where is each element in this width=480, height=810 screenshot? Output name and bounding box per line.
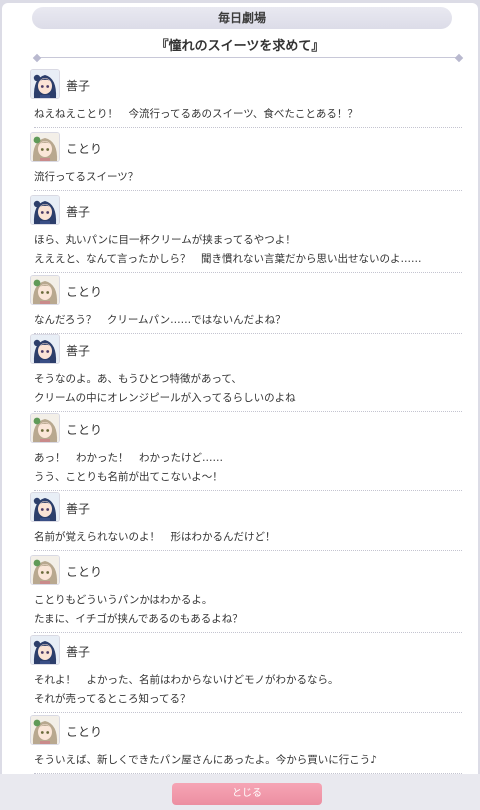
dialogue-line: うう、ことりも名前が出てこないよ～！ [34,471,223,483]
speaker-name: ことり [66,565,103,579]
entry-separator [34,272,462,273]
speaker-name: ことり [66,725,103,739]
speaker-name: ことり [66,142,103,156]
dialog-panel: 毎日劇場 『憧れのスイーツを求めて』 善子ねえねえことり！ 今流行ってるあのスイ… [2,3,478,806]
dialogue-line: 名前が覚えられないのよ！ 形はわかるんだけど！ [34,531,276,543]
yoshiko-avatar [30,635,60,665]
dialogue-line: えええと、なんて言ったかしら？ 聞き慣れない言葉だから思い出せないのよ…… [34,253,422,265]
kotori-avatar [30,715,60,745]
story-title: 『憧れのスイーツを求めて』 [155,39,325,54]
kotori-avatar [30,555,60,585]
speaker-name: 善子 [66,502,91,516]
speaker-name: 善子 [66,645,91,659]
entry-separator [34,712,462,713]
entry-separator [34,490,462,491]
dialogue-line: そうなのよ。あ、もうひとつ特徴があって、 [34,373,242,385]
story-dialog: 毎日劇場 『憧れのスイーツを求めて』 善子ねえねえことり！ 今流行ってるあのスイ… [0,0,480,810]
dialogue-line: クリームの中にオレンジピールが入ってるらしいのよね [34,392,296,404]
dialogue-line: ねえねえことり！ 今流行ってるあのスイーツ、食べたことある！？ [34,108,358,120]
entry-separator [34,190,462,191]
speaker-name: 善子 [66,205,91,219]
kotori-avatar [30,275,60,305]
yoshiko-avatar [30,195,60,225]
kotori-avatar [30,413,60,443]
entry-separator [34,550,462,551]
entry-separator [34,632,462,633]
title-divider [32,53,464,63]
header-bar: 毎日劇場 [32,7,452,29]
speaker-name: 善子 [66,79,91,93]
kotori-avatar [30,132,60,162]
dialogue-line: あっ！ わかった！ わかったけど…… [34,452,223,464]
entry-separator [34,333,462,334]
dialogue-line: それよ！ よかった、名前はわからないけどモノがわかるなら。 [34,674,339,686]
dialogue-line: 流行ってるスイーツ？ [34,171,139,183]
speaker-name: 善子 [66,344,91,358]
entry-separator [34,127,462,128]
dialogue-line: そういえば、新しくできたパン屋さんにあったよ。今から買いに行こう♪ [34,754,377,766]
entry-separator [34,411,462,412]
dialogue-line: それが売ってるところ知ってる？ [34,693,191,705]
dialogue-line: ほら、丸いパンに目一杯クリームが挟まってるやつよ！ [34,234,296,246]
yoshiko-avatar [30,69,60,99]
diamond-ornament-icon [454,53,464,63]
close-button[interactable]: とじる [172,783,322,805]
yoshiko-avatar [30,492,60,522]
diamond-ornament-icon [32,53,42,63]
divider-line [38,57,458,58]
dialogue-line: なんだろう？ クリームパン……ではないんだよね？ [34,314,286,326]
yoshiko-avatar [30,334,60,364]
header-title: 毎日劇場 [217,11,266,25]
speaker-name: ことり [66,285,103,299]
dialogue-line: たまに、イチゴが挟んであるのもあるよね？ [34,613,243,625]
dialogue-line: ことりもどういうパンかはわかるよ。 [34,594,213,606]
speaker-name: ことり [66,423,103,437]
